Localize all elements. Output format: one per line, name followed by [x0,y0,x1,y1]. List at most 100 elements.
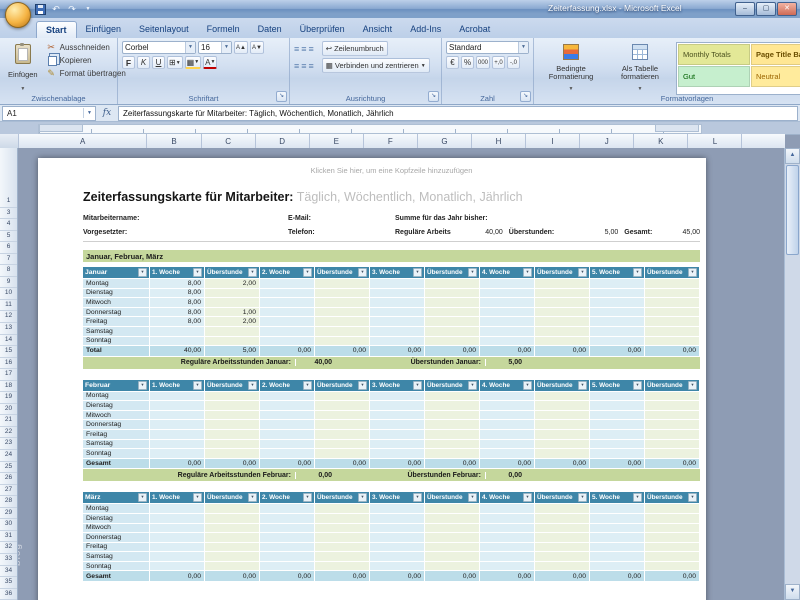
column-header-h[interactable]: H [472,134,526,148]
summary-label-regular[interactable]: Reguläre Arbeitsstunden Januar: [83,359,295,366]
week-header-cell[interactable]: 2. Woche▼ [260,267,315,279]
value-cell[interactable] [535,327,590,337]
value-cell[interactable] [590,524,645,534]
value-cell[interactable] [260,401,315,411]
save-icon[interactable] [34,3,46,15]
cut-button[interactable]: ✂ Ausschneiden [46,41,126,54]
scroll-down-icon[interactable]: ▼ [785,584,800,600]
day-cell[interactable]: Sonntag [83,562,150,572]
filter-icon[interactable]: ▼ [193,268,202,277]
value-cell[interactable]: 8,00 [150,298,205,308]
format-as-table-button[interactable]: Als Tabelle formatieren ▼ [607,41,673,95]
align-right-icon[interactable]: ≡ [309,61,314,71]
day-cell[interactable]: Donnerstag [83,533,150,543]
value-cell[interactable]: 8,00 [150,289,205,299]
value-cell[interactable]: 2,00 [205,279,260,289]
value-cell[interactable] [480,327,535,337]
filter-icon[interactable]: ▼ [633,381,642,390]
overtime-value[interactable]: 5,00 [554,229,618,236]
filter-icon[interactable]: ▼ [248,268,257,277]
filter-icon[interactable]: ▼ [578,268,587,277]
week-header-cell[interactable]: Überstunde▼ [205,492,260,504]
filter-icon[interactable]: ▼ [358,381,367,390]
value-cell[interactable] [590,430,645,440]
value-cell[interactable] [315,533,370,543]
total-cell[interactable]: 0,00 [645,571,700,582]
value-cell[interactable] [315,524,370,534]
value-cell[interactable] [480,279,535,289]
total-cell[interactable]: 0,00 [370,571,425,582]
filter-icon[interactable]: ▼ [138,381,147,390]
row-header-10[interactable]: 10 [0,288,17,300]
value-cell[interactable] [535,430,590,440]
value-cell[interactable] [150,514,205,524]
value-cell[interactable] [260,514,315,524]
cell-style-monthly-totals[interactable]: Monthly Totals [678,44,750,65]
day-cell[interactable]: Dienstag [83,514,150,524]
filter-icon[interactable]: ▼ [303,268,312,277]
value-cell[interactable] [315,401,370,411]
total-cell[interactable]: 0,00 [425,346,480,357]
row-header-20[interactable]: 20 [0,404,17,416]
page-title[interactable]: Zeiterfassungskarte für Mitarbeiter: Täg… [83,190,700,208]
summary-value-overtime[interactable]: 5,00 [485,359,525,366]
filter-icon[interactable]: ▼ [303,381,312,390]
value-cell[interactable] [590,317,645,327]
value-cell[interactable] [205,298,260,308]
value-cell[interactable] [370,298,425,308]
filter-icon[interactable]: ▼ [358,268,367,277]
value-cell[interactable] [480,562,535,572]
day-cell[interactable]: Mitwoch [83,524,150,534]
value-cell[interactable] [150,504,205,514]
value-cell[interactable] [590,337,645,347]
value-cell[interactable] [150,552,205,562]
value-cell[interactable] [590,392,645,402]
row-header-27[interactable]: 27 [0,485,17,497]
week-header-cell[interactable]: Überstunde▼ [315,492,370,504]
accounting-format-button[interactable]: € [446,56,459,69]
value-cell[interactable] [315,552,370,562]
total-value[interactable]: 45,00 [652,229,700,236]
value-cell[interactable] [370,514,425,524]
week-header-cell[interactable]: Überstunde▼ [425,267,480,279]
value-cell[interactable] [205,504,260,514]
value-cell[interactable] [205,430,260,440]
row-header-34[interactable]: 34 [0,566,17,578]
value-cell[interactable] [150,411,205,421]
row-header-18[interactable]: 18 [0,381,17,393]
value-cell[interactable] [315,308,370,318]
value-cell[interactable] [535,440,590,450]
value-cell[interactable] [260,543,315,553]
value-cell[interactable] [535,504,590,514]
week-header-cell[interactable]: 3. Woche▼ [370,267,425,279]
value-cell[interactable] [480,337,535,347]
wrap-text-button[interactable]: ↩ Zeilenumbruch [322,41,388,56]
font-name-dropdown-icon[interactable]: ▼ [185,42,195,53]
tab-formeln[interactable]: Formeln [198,21,249,38]
value-cell[interactable] [535,401,590,411]
week-header-cell[interactable]: 5. Woche▼ [590,492,645,504]
alignment-dialog-launcher[interactable]: ↘ [428,91,439,102]
total-cell[interactable]: 0,00 [535,459,590,470]
value-cell[interactable] [535,298,590,308]
column-header-c[interactable]: C [202,134,256,148]
filter-icon[interactable]: ▼ [468,268,477,277]
total-cell[interactable]: 0,00 [590,346,645,357]
value-cell[interactable]: 8,00 [150,317,205,327]
total-cell[interactable]: 0,00 [425,571,480,582]
field-name-label[interactable]: Mitarbeitername: [83,212,288,224]
value-cell[interactable] [260,392,315,402]
value-cell[interactable] [370,504,425,514]
row-header-17[interactable]: 17 [0,369,17,381]
column-header-a[interactable]: A [19,134,147,148]
value-cell[interactable] [260,308,315,318]
value-cell[interactable] [535,308,590,318]
value-cell[interactable] [315,317,370,327]
value-cell[interactable] [645,411,700,421]
value-cell[interactable] [370,279,425,289]
value-cell[interactable] [480,504,535,514]
name-box[interactable]: A1 ▼ [2,106,96,121]
number-dialog-launcher[interactable]: ↘ [520,91,531,102]
value-cell[interactable] [425,430,480,440]
total-cell[interactable]: 0,00 [645,459,700,470]
